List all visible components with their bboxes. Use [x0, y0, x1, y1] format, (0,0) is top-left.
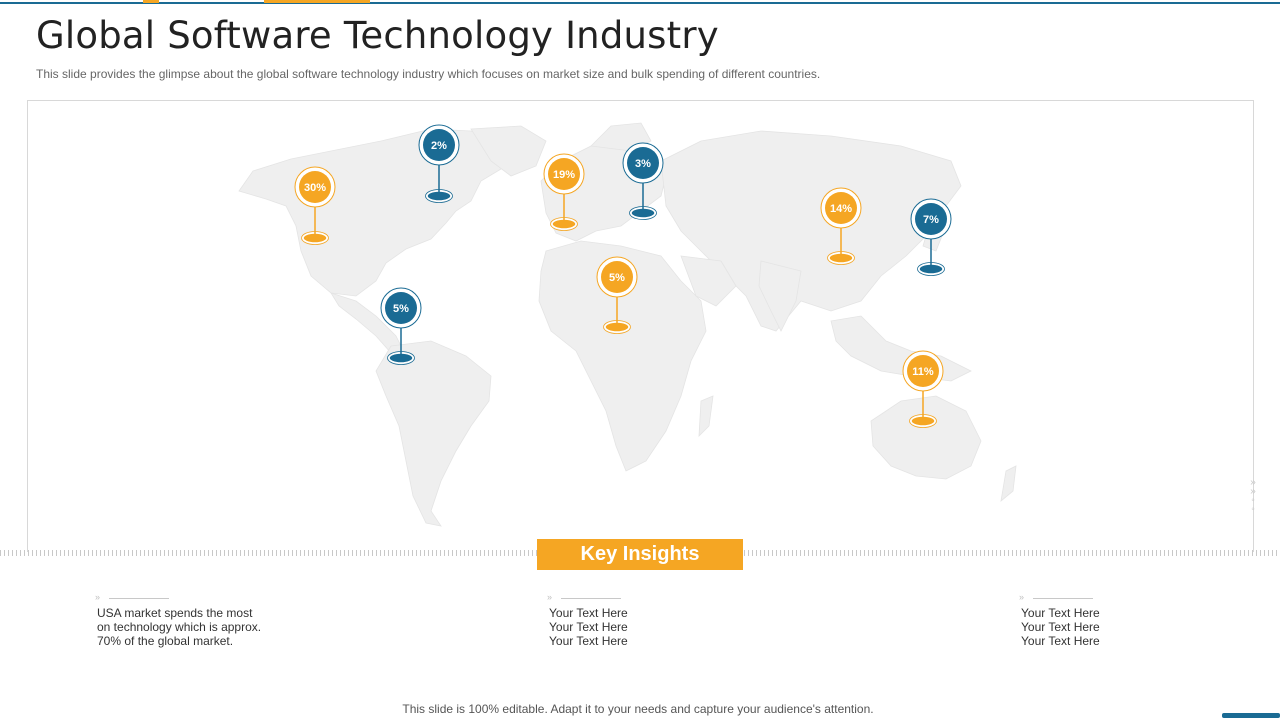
footer-note: This slide is 100% editable. Adapt it to… — [402, 702, 874, 716]
world-map-frame: 30% 2% 19% 3% 14% 7% 5% 5% 11% — [27, 100, 1254, 552]
insight-line: Your Text Here — [549, 606, 628, 620]
map-pin-label: 5% — [609, 272, 625, 284]
map-pin-label: 2% — [431, 140, 447, 152]
insight-line: Your Text Here — [1021, 620, 1100, 634]
top-accent-left — [143, 0, 159, 3]
insight-line: Your Text Here — [549, 634, 628, 648]
insight-text: USA market spends the most on technology… — [97, 606, 287, 648]
map-pin-label: 7% — [923, 214, 939, 226]
double-chevron-icon: » — [95, 592, 100, 602]
page-subtitle: This slide provides the glimpse about th… — [36, 67, 821, 81]
insight-line: Your Text Here — [1021, 606, 1100, 620]
double-chevron-icon: » — [1019, 592, 1024, 602]
corner-accent-bar — [1222, 713, 1280, 718]
side-chevron-icon: »» ◦ ◦ — [1250, 477, 1256, 515]
insight-rule — [1033, 598, 1093, 599]
key-insights-heading: Key Insights — [537, 539, 743, 570]
top-accent-right — [264, 0, 370, 3]
insight-line: Your Text Here — [549, 620, 628, 634]
double-chevron-icon: » — [547, 592, 552, 602]
map-pin-label: 3% — [635, 158, 651, 170]
insight-line: Your Text Here — [1021, 634, 1100, 648]
map-pin-label: 11% — [912, 366, 934, 378]
insight-text: Your Text Here Your Text Here Your Text … — [1021, 606, 1211, 648]
map-pin-label: 30% — [304, 182, 326, 194]
world-map: 30% 2% 19% 3% 14% 7% 5% 5% 11% — [238, 122, 1017, 527]
insight-line: USA market spends the most — [97, 606, 253, 620]
insight-rule — [561, 598, 621, 599]
page-title: Global Software Technology Industry — [36, 14, 719, 57]
map-pin-label: 5% — [393, 303, 409, 315]
insight-line: 70% of the global market. — [97, 634, 234, 648]
insight-line: on technology which is approx. — [97, 620, 262, 634]
insight-rule — [109, 598, 169, 599]
insight-text: Your Text Here Your Text Here Your Text … — [549, 606, 739, 648]
top-border-line — [0, 2, 1280, 4]
map-pin-label: 14% — [830, 203, 852, 215]
map-pin-label: 19% — [553, 169, 575, 181]
